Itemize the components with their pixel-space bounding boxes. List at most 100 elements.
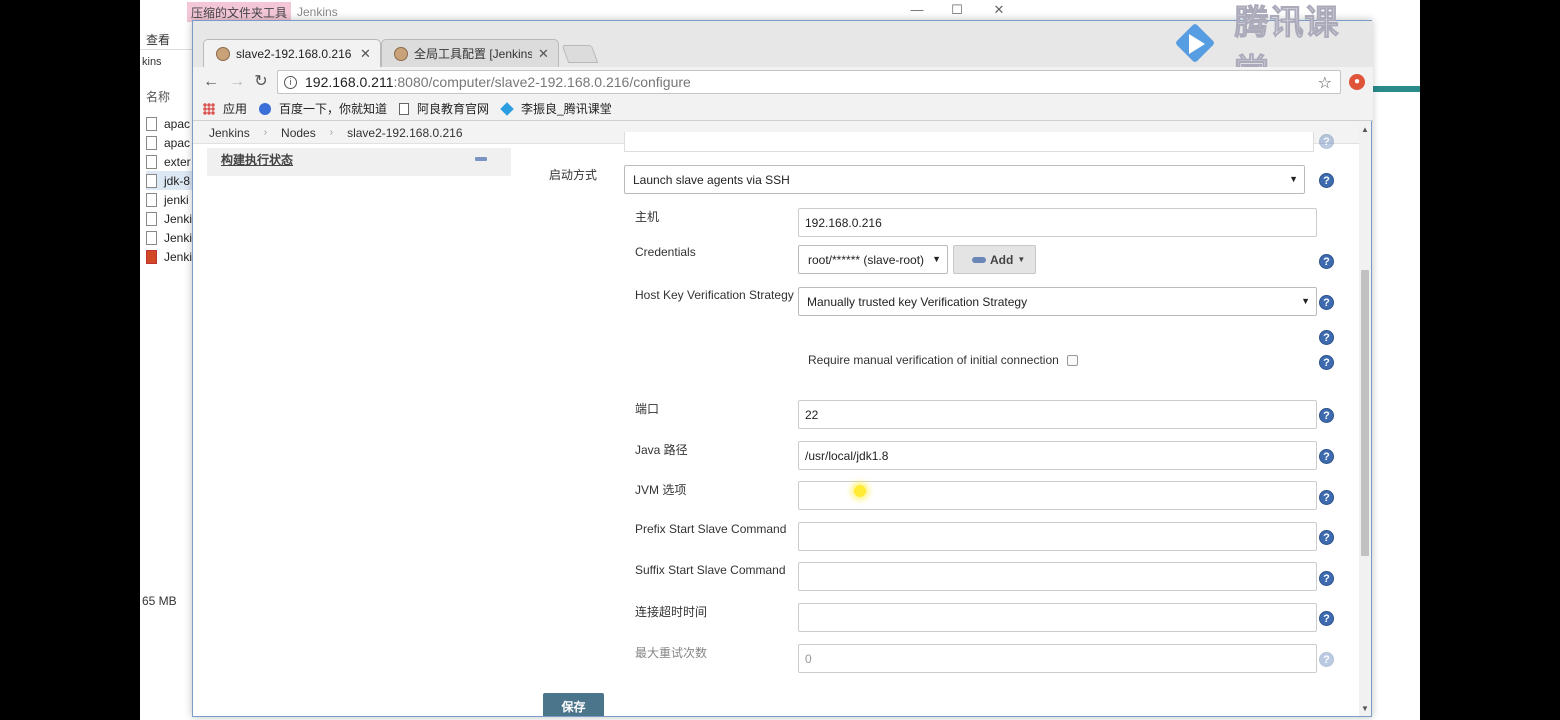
help-icon[interactable]: ?: [1319, 530, 1334, 545]
explorer-title: Jenkins: [297, 5, 338, 19]
tencent-classroom-watermark: 腾讯课堂: [1171, 3, 1373, 93]
bookmark-baidu[interactable]: 百度一下，你就知道: [259, 100, 387, 117]
max-retries-input[interactable]: 0: [798, 644, 1317, 673]
explorer-address[interactable]: kins: [140, 56, 200, 74]
minimize-icon[interactable]: —: [910, 3, 924, 17]
port-label: 端口: [635, 402, 660, 416]
tab-slave2-configure[interactable]: slave2-192.168.0.216 设 ✕: [203, 39, 381, 67]
maximize-icon[interactable]: ☐: [950, 3, 964, 17]
url-path: :8080/computer/slave2-192.168.0.216/conf…: [393, 74, 691, 90]
help-icon[interactable]: ?: [1319, 134, 1334, 149]
help-icon[interactable]: ?: [1319, 652, 1334, 667]
key-icon: [972, 256, 986, 263]
scroll-up-arrow-icon[interactable]: ▲: [1361, 125, 1369, 134]
help-icon[interactable]: ?: [1319, 449, 1334, 464]
breadcrumb-jenkins[interactable]: Jenkins: [209, 126, 250, 140]
host-key-verification-select[interactable]: Manually trusted key Verification Strate…: [798, 287, 1317, 316]
screen: 压缩的文件夹工具 Jenkins — ☐ ✕ 查看 kins 名称 apac a…: [140, 0, 1420, 720]
address-bar[interactable]: i 192.168.0.211:8080/computer/slave2-192…: [277, 70, 1341, 94]
page-content: Jenkins › Nodes › slave2-192.168.0.216 构…: [193, 122, 1371, 716]
help-icon[interactable]: ?: [1319, 355, 1334, 370]
previous-field-partial[interactable]: [624, 132, 1314, 152]
require-manual-verification-checkbox[interactable]: [1067, 355, 1078, 366]
tab-close-icon[interactable]: ✕: [360, 46, 371, 62]
tencent-classroom-logo-icon: [1171, 22, 1220, 66]
file-icon: [146, 135, 157, 150]
bookmark-star-icon[interactable]: ☆: [1318, 73, 1332, 93]
tencent-classroom-icon: [500, 101, 514, 116]
mouse-cursor-highlight: [854, 485, 866, 497]
breadcrumb-node[interactable]: slave2-192.168.0.216: [347, 126, 462, 140]
jvm-options-input[interactable]: [798, 481, 1317, 510]
chevron-right-icon: ›: [263, 127, 268, 138]
dropdown-arrow-icon: ▼: [1301, 296, 1310, 306]
help-icon[interactable]: ?: [1319, 408, 1334, 423]
forward-arrow-icon[interactable]: →: [227, 72, 247, 92]
help-icon[interactable]: ?: [1319, 254, 1334, 269]
ribbon-view-tab[interactable]: 查看: [146, 31, 170, 48]
file-icon: [146, 192, 157, 207]
breadcrumb-nodes[interactable]: Nodes: [281, 126, 316, 140]
background-window-strip: [1373, 86, 1420, 92]
tab-strip: slave2-192.168.0.216 设 ✕ 全局工具配置 [Jenkins…: [193, 3, 1373, 93]
tab-global-tool-config[interactable]: 全局工具配置 [Jenkins] ✕: [381, 39, 559, 67]
prefix-start-command-label: Prefix Start Slave Command: [635, 522, 787, 536]
status-size: 65 MB: [142, 594, 177, 608]
reload-icon[interactable]: ↻: [251, 72, 271, 92]
credentials-select[interactable]: root/****** (slave-root) ▼: [798, 245, 948, 274]
host-key-verification-label: Host Key Verification Strategy: [635, 288, 794, 302]
jenkins-favicon-icon: [394, 46, 408, 61]
bookmark-lizhenliang[interactable]: 李振良_腾讯课堂: [500, 100, 612, 117]
jvm-options-label: JVM 选项: [635, 483, 687, 497]
require-manual-verification-label: Require manual verification of initial c…: [808, 353, 1059, 367]
page-scrollbar[interactable]: ▲ ▼: [1359, 122, 1371, 716]
help-icon[interactable]: ?: [1319, 571, 1334, 586]
powerpoint-file-icon: [146, 249, 157, 264]
connection-timeout-input[interactable]: [798, 603, 1317, 632]
close-icon[interactable]: ✕: [992, 3, 1006, 17]
launch-method-select[interactable]: Launch slave agents via SSH ▼: [624, 165, 1305, 194]
java-path-input[interactable]: /usr/local/jdk1.8: [798, 441, 1317, 470]
file-icon: [146, 116, 157, 131]
save-button[interactable]: 保存: [543, 693, 604, 716]
bookmark-aliang-edu[interactable]: 阿良教育官网: [399, 100, 489, 117]
suffix-start-command-input[interactable]: [798, 562, 1317, 591]
page-icon: [399, 102, 410, 115]
scrollbar-thumb[interactable]: [1361, 270, 1369, 556]
help-icon[interactable]: ?: [1319, 330, 1334, 345]
prefix-start-command-input[interactable]: [798, 522, 1317, 551]
info-icon[interactable]: i: [284, 75, 297, 89]
host-input[interactable]: 192.168.0.216: [798, 208, 1317, 237]
node-config-form: ? 启动方式 Launch slave agents via SSH ▼ ? 主…: [193, 132, 1359, 716]
add-credentials-button[interactable]: Add ▼: [953, 245, 1037, 274]
suffix-start-command-label: Suffix Start Slave Command: [635, 563, 786, 577]
column-header-name[interactable]: 名称: [146, 88, 170, 105]
baidu-paw-icon: [259, 102, 272, 115]
launch-method-label: 启动方式: [549, 168, 598, 182]
port-input[interactable]: 22: [798, 400, 1317, 429]
max-retries-label: 最大重试次数: [635, 646, 708, 660]
browser-window: slave2-192.168.0.216 设 ✕ 全局工具配置 [Jenkins…: [192, 3, 1373, 717]
help-icon[interactable]: ?: [1319, 611, 1334, 626]
file-icon: [146, 154, 157, 169]
apps-grid-icon: [203, 102, 215, 115]
extension-icon[interactable]: ●: [1349, 74, 1365, 90]
dropdown-arrow-icon: ▼: [1289, 174, 1298, 184]
file-icon: [146, 173, 157, 188]
new-tab-button[interactable]: [561, 45, 599, 63]
credentials-label: Credentials: [635, 245, 696, 259]
host-label: 主机: [635, 210, 660, 224]
navigation-bar: ← → ↻ i 192.168.0.211:8080/computer/slav…: [193, 67, 1373, 97]
bookmark-apps[interactable]: 应用: [203, 100, 247, 117]
back-arrow-icon[interactable]: ←: [201, 72, 221, 92]
java-path-label: Java 路径: [635, 443, 688, 457]
tab-close-icon[interactable]: ✕: [538, 46, 549, 62]
help-icon[interactable]: ?: [1319, 173, 1334, 188]
dropdown-arrow-icon: ▼: [932, 254, 941, 264]
connection-timeout-label: 连接超时时间: [635, 605, 708, 619]
help-icon[interactable]: ?: [1319, 295, 1334, 310]
url-host: 192.168.0.211: [305, 74, 394, 90]
compressed-folder-tools-tab[interactable]: 压缩的文件夹工具: [187, 2, 292, 22]
scroll-down-arrow-icon[interactable]: ▼: [1361, 704, 1369, 713]
help-icon[interactable]: ?: [1319, 490, 1334, 505]
